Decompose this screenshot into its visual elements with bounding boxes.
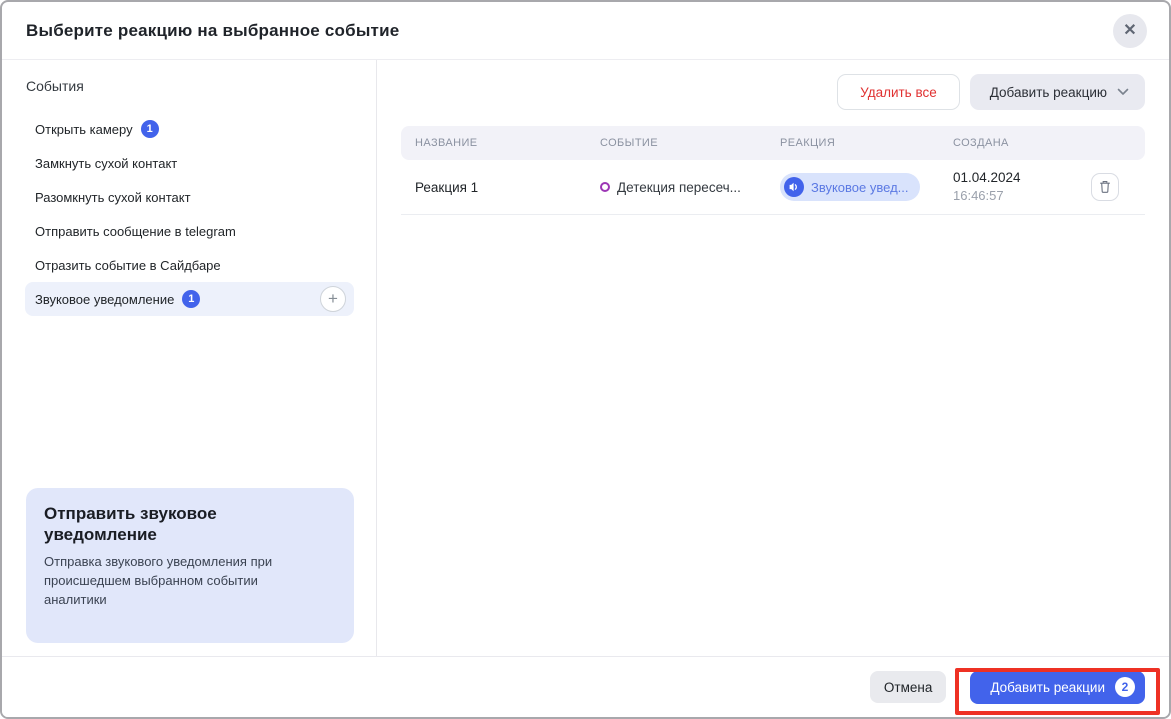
sidebar-item-close-dry-contact[interactable]: Замкнуть сухой контакт bbox=[25, 146, 354, 180]
column-header-event: СОБЫТИЕ bbox=[600, 137, 658, 149]
column-header-reaction: РЕАКЦИЯ bbox=[780, 137, 836, 149]
sidebar-item-open-dry-contact[interactable]: Разомкнуть сухой контакт bbox=[25, 180, 354, 214]
add-reaction-plus-button[interactable]: + bbox=[320, 286, 346, 312]
count-badge: 1 bbox=[140, 120, 159, 138]
sidebar-item-sidebar-event[interactable]: Отразить событие в Сайдбаре bbox=[25, 248, 354, 282]
reaction-type-label: Звуковое увед... bbox=[811, 179, 909, 195]
sidebar-item-label: Звуковое уведомление bbox=[35, 291, 175, 307]
created-time: 16:46:57 bbox=[953, 188, 1004, 203]
sidebar-item-label: Открыть камеру bbox=[35, 121, 133, 137]
column-header-created: СОЗДАНА bbox=[953, 137, 1009, 149]
sidebar-heading: События bbox=[26, 78, 84, 94]
speaker-icon bbox=[784, 177, 804, 197]
info-card-description: Отправка звукового уведомления при проис… bbox=[44, 554, 273, 608]
submit-count-badge: 2 bbox=[1115, 677, 1135, 697]
close-icon: ✕ bbox=[1123, 21, 1137, 39]
events-sidebar: События Открыть камеру 1 Замкнуть сухой … bbox=[2, 60, 377, 656]
reaction-event-cell: Детекция пересеч... bbox=[600, 180, 766, 195]
dialog-footer: Отмена Добавить реакции 2 bbox=[2, 656, 1169, 717]
column-header-name: НАЗВАНИЕ bbox=[415, 137, 478, 149]
submit-add-reactions-button[interactable]: Добавить реакции 2 bbox=[970, 670, 1145, 704]
add-reaction-dropdown-button[interactable]: Добавить реакцию bbox=[969, 74, 1145, 110]
sidebar-item-open-camera[interactable]: Открыть камеру 1 bbox=[25, 112, 354, 146]
sidebar-item-label: Отправить сообщение в telegram bbox=[35, 223, 236, 239]
reactions-table: НАЗВАНИЕ СОБЫТИЕ РЕАКЦИЯ СОЗДАНА Реакция… bbox=[401, 126, 1145, 215]
reaction-name: Реакция 1 bbox=[415, 179, 479, 195]
count-badge: 1 bbox=[182, 290, 201, 308]
reaction-type-chip: Звуковое увед... bbox=[780, 173, 920, 201]
dialog-body: События Открыть камеру 1 Замкнуть сухой … bbox=[2, 60, 1169, 656]
sidebar-item-sound-notification[interactable]: Звуковое уведомление 1 + bbox=[25, 282, 354, 316]
reaction-created-cell: 01.04.2024 16:46:57 bbox=[939, 169, 1091, 205]
sidebar-item-label: Замкнуть сухой контакт bbox=[35, 155, 178, 171]
sidebar-item-telegram-message[interactable]: Отправить сообщение в telegram bbox=[25, 214, 354, 248]
chevron-down-icon bbox=[1117, 88, 1129, 96]
created-date: 01.04.2024 bbox=[953, 170, 1021, 186]
dialog-title: Выберите реакцию на выбранное событие bbox=[26, 20, 400, 40]
plus-icon: + bbox=[328, 288, 338, 308]
dialog-header: Выберите реакцию на выбранное событие ✕ bbox=[2, 2, 1169, 60]
info-card-title: Отправить звуковое уведомление bbox=[44, 504, 217, 544]
add-reaction-dropdown-label: Добавить реакцию bbox=[989, 84, 1107, 100]
cancel-button[interactable]: Отмена bbox=[869, 671, 947, 703]
reaction-dialog: Выберите реакцию на выбранное событие ✕ … bbox=[0, 0, 1171, 719]
reactions-panel: Удалить все Добавить реакцию НАЗВАНИЕ СО… bbox=[377, 60, 1169, 656]
trash-icon bbox=[1098, 180, 1112, 194]
event-info-card: Отправить звуковое уведомление Отправка … bbox=[26, 488, 354, 643]
table-header-row: НАЗВАНИЕ СОБЫТИЕ РЕАКЦИЯ СОЗДАНА bbox=[401, 126, 1145, 160]
delete-row-button[interactable] bbox=[1091, 173, 1119, 201]
event-circle-icon bbox=[600, 182, 610, 192]
table-row: Реакция 1 Детекция пересеч... Звуковое у… bbox=[401, 160, 1145, 215]
close-button[interactable]: ✕ bbox=[1113, 13, 1147, 48]
sidebar-item-label: Разомкнуть сухой контакт bbox=[35, 189, 191, 205]
reaction-event-label: Детекция пересеч... bbox=[617, 179, 741, 195]
submit-button-label: Добавить реакции bbox=[990, 679, 1105, 695]
reactions-toolbar: Удалить все Добавить реакцию bbox=[401, 74, 1145, 110]
sidebar-item-label: Отразить событие в Сайдбаре bbox=[35, 257, 221, 273]
delete-all-button[interactable]: Удалить все bbox=[837, 74, 960, 110]
